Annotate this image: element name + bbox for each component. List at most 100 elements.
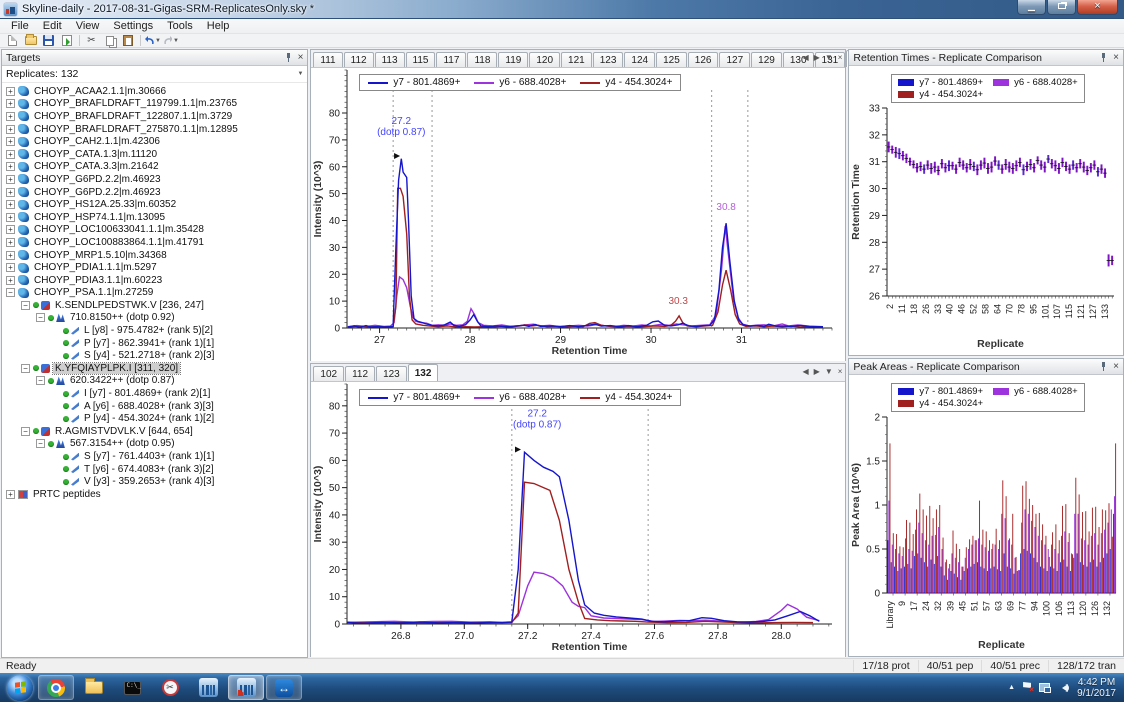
expand-icon[interactable]: +: [6, 162, 15, 172]
collapse-icon[interactable]: −: [36, 313, 45, 323]
tree-item-protein[interactable]: + CHOYP_PDIA1.1.1|m.5297: [2, 261, 307, 274]
replicate-tab-112[interactable]: 112: [343, 52, 374, 67]
replicate-tab-121[interactable]: 121: [561, 52, 592, 67]
tree-item-peptide[interactable]: − R.AGMISTVDVLK.V [644, 654]: [2, 425, 307, 438]
menu-tools[interactable]: Tools: [160, 20, 200, 32]
expand-icon[interactable]: +: [6, 124, 15, 134]
pin-icon[interactable]: [284, 53, 293, 62]
chromatogram-bottom-body[interactable]: y7 - 801.4869+ y6 - 688.4028+ y4 - 454.302…: [311, 382, 846, 657]
close-icon[interactable]: ×: [298, 53, 304, 63]
menu-file[interactable]: File: [4, 20, 36, 32]
expand-icon[interactable]: +: [6, 86, 15, 96]
tree-item-precursor[interactable]: − 620.3422++ (dotp 0.87): [2, 375, 307, 388]
taskbar-explorer[interactable]: [76, 675, 112, 700]
expand-icon[interactable]: +: [6, 111, 15, 121]
undo-dropdown-arrow[interactable]: ▼: [155, 38, 161, 44]
tree-item-protein[interactable]: + CHOYP_CATA.1.3|m.11120: [2, 148, 307, 161]
expand-icon[interactable]: +: [6, 275, 15, 285]
open-button[interactable]: [22, 34, 39, 47]
taskbar-chrome[interactable]: [38, 675, 74, 700]
menu-view[interactable]: View: [69, 20, 107, 32]
tab-menu-icon[interactable]: ▼: [825, 53, 833, 62]
restore-button[interactable]: [1047, 0, 1076, 15]
menu-help[interactable]: Help: [200, 20, 237, 32]
expand-icon[interactable]: +: [6, 200, 15, 210]
tree-item-protein[interactable]: + CHOYP_HSP74.1.1|m.13095: [2, 211, 307, 224]
expand-icon[interactable]: +: [6, 212, 15, 222]
tree-item-transition[interactable]: L [y8] - 975.4782+ (rank 5)[2]: [2, 324, 307, 337]
scroll-left-icon[interactable]: ◀: [803, 367, 809, 376]
tree-item-protein[interactable]: + CHOYP_CATA.3.3|m.21642: [2, 161, 307, 174]
taskbar-skyline-daily[interactable]: [228, 675, 264, 700]
close-icon[interactable]: ×: [838, 53, 843, 62]
tree-item-transition[interactable]: S [y4] - 521.2718+ (rank 2)[3]: [2, 349, 307, 362]
expand-icon[interactable]: +: [6, 99, 15, 109]
tree-item-protein[interactable]: + CHOYP_MRP1.5.10|m.34368: [2, 249, 307, 262]
taskbar-terminal[interactable]: C:\_: [114, 675, 150, 700]
expand-icon[interactable]: +: [6, 174, 15, 184]
share-document-button[interactable]: [58, 34, 75, 47]
tree-item-transition[interactable]: A [y6] - 688.4028+ (rank 3)[3]: [2, 400, 307, 413]
replicate-tab-118[interactable]: 118: [467, 52, 498, 67]
undo-button[interactable]: ▼: [144, 34, 161, 47]
replicates-dropdown-arrow[interactable]: ▼: [297, 71, 303, 77]
chromatogram-top-body[interactable]: y7 - 801.4869+ y6 - 688.4028+ y4 - 454.302…: [311, 68, 846, 361]
collapse-icon[interactable]: −: [21, 300, 30, 310]
tree-item-protein[interactable]: + CHOYP_G6PD.2.2|m.46923: [2, 186, 307, 199]
expand-icon[interactable]: +: [6, 263, 15, 273]
expand-icon[interactable]: +: [6, 489, 15, 499]
replicate-tab-111[interactable]: 111: [313, 52, 343, 67]
tree-item-protein[interactable]: − CHOYP_PSA.1.1|m.27259: [2, 287, 307, 300]
taskbar-clock[interactable]: 4:42 PM 9/1/2017: [1077, 677, 1116, 699]
taskbar-snipping-tool[interactable]: ✂: [152, 675, 188, 700]
close-icon[interactable]: ×: [1113, 53, 1119, 63]
tree-item-transition[interactable]: I [y7] - 801.4869+ (rank 2)[1]: [2, 387, 307, 400]
tree-item-protein[interactable]: + CHOYP_BRAFLDRAFT_119799.1.1|m.23765: [2, 98, 307, 111]
network-icon[interactable]: [1039, 682, 1052, 693]
tree-item-protein[interactable]: + CHOYP_LOC100633041.1.1|m.35428: [2, 224, 307, 237]
taskbar-skyline[interactable]: [190, 675, 226, 700]
tray-expand-icon[interactable]: ▲: [1008, 684, 1015, 691]
replicate-tab-132[interactable]: 132: [407, 364, 439, 381]
scroll-right-icon[interactable]: ▶: [814, 367, 820, 376]
save-button[interactable]: [40, 34, 57, 47]
tree-item-protein[interactable]: + CHOYP_PDIA3.1.1|m.60223: [2, 274, 307, 287]
tree-item-peptide[interactable]: − K.YFQIAYPLPK.I [311, 320]: [2, 361, 307, 375]
replicate-tab-102[interactable]: 102: [313, 366, 345, 381]
replicate-tab-112[interactable]: 112: [345, 366, 376, 381]
pin-icon[interactable]: [1099, 362, 1108, 371]
tree-item-protein[interactable]: + CHOYP_G6PD.2.2|m.46923: [2, 173, 307, 186]
tree-item-protein[interactable]: + CHOYP_HS12A.25.33|m.60352: [2, 198, 307, 211]
volume-icon[interactable]: [1058, 683, 1070, 692]
menu-edit[interactable]: Edit: [36, 20, 69, 32]
replicate-tab-129[interactable]: 129: [751, 52, 782, 67]
tree-item-protein[interactable]: + CHOYP_LOC100883864.1.1|m.41791: [2, 236, 307, 249]
tree-item-transition[interactable]: P [y4] - 454.3024+ (rank 1)[2]: [2, 412, 307, 425]
copy-button[interactable]: [101, 34, 118, 47]
expand-icon[interactable]: +: [6, 250, 15, 260]
new-document-button[interactable]: [4, 34, 21, 47]
expand-icon[interactable]: +: [6, 237, 15, 247]
tree-item-protein[interactable]: + CHOYP_BRAFLDRAFT_122807.1.1|m.3729: [2, 110, 307, 123]
replicate-tab-125[interactable]: 125: [656, 52, 687, 67]
close-icon[interactable]: ×: [1113, 362, 1119, 372]
tree-item-transition[interactable]: V [y3] - 359.2653+ (rank 4)[3]: [2, 475, 307, 488]
start-button[interactable]: [7, 674, 33, 701]
minimize-button[interactable]: ▁: [1017, 0, 1046, 15]
close-button[interactable]: ×: [1077, 0, 1118, 15]
close-icon[interactable]: ×: [838, 367, 843, 376]
collapse-icon[interactable]: −: [36, 439, 45, 449]
collapse-icon[interactable]: −: [36, 376, 45, 386]
replicates-value[interactable]: 132: [61, 68, 79, 80]
taskbar-teamviewer[interactable]: ↔: [266, 675, 302, 700]
retention-times-chart[interactable]: y7 - 801.4869+ y6 - 688.4028+ y4 - 454.302…: [849, 66, 1123, 355]
replicate-tab-127[interactable]: 127: [719, 52, 751, 67]
cut-button[interactable]: ✂: [83, 34, 100, 47]
replicate-tab-120[interactable]: 120: [529, 52, 561, 67]
collapse-icon[interactable]: −: [21, 426, 30, 436]
replicate-tab-124[interactable]: 124: [624, 52, 656, 67]
replicate-tab-126[interactable]: 126: [687, 52, 719, 67]
expand-icon[interactable]: +: [6, 149, 15, 159]
redo-dropdown-arrow[interactable]: ▼: [173, 38, 179, 44]
expand-icon[interactable]: +: [6, 225, 15, 235]
